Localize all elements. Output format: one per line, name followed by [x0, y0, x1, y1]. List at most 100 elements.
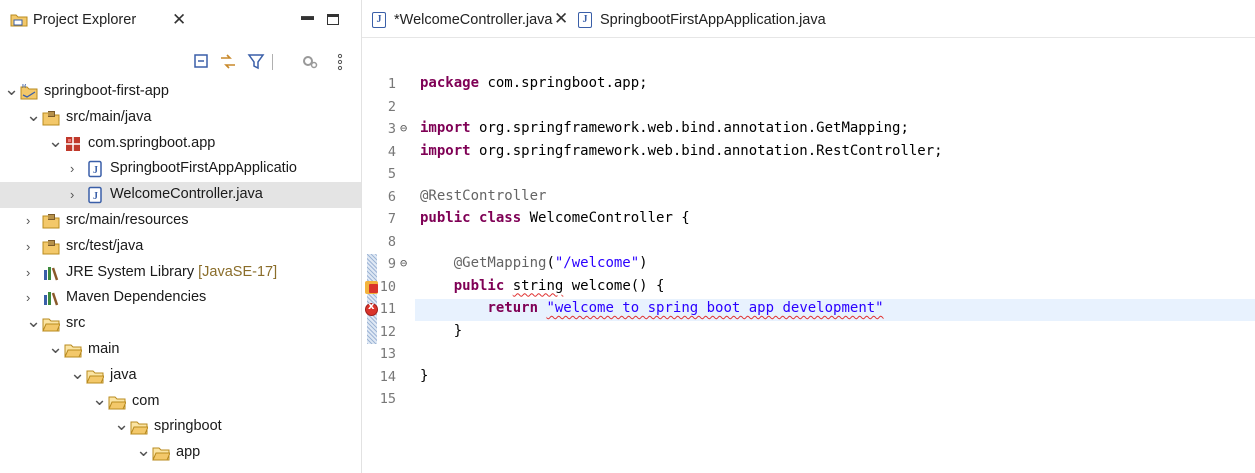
code-line: 12 }	[362, 322, 1255, 344]
code-text: @GetMapping("/welcome")	[453, 255, 648, 271]
tree-item[interactable]: ⌄ com	[0, 389, 361, 415]
tree-item[interactable]: › J SpringbootFirstAppApplicatio	[0, 156, 361, 182]
tree-item-label: springboot-first-app	[44, 83, 169, 99]
chevron-right-icon[interactable]: ›	[26, 213, 30, 228]
tree-item[interactable]: ⌄ main	[0, 337, 361, 363]
chevron-down-icon[interactable]: ⌄	[114, 414, 129, 435]
chevron-down-icon[interactable]: ⌄	[48, 131, 63, 152]
chevron-down-icon[interactable]: ⌄	[48, 337, 63, 358]
fold-toggle-icon[interactable]: ⊖	[400, 121, 407, 135]
code-line: 11 x return "welcome to spring boot app d…	[362, 299, 1255, 321]
project-explorer-icon	[10, 13, 28, 30]
line-number: 2	[387, 98, 396, 115]
code-line: 4 import org.springframework.web.bind.ann…	[362, 142, 1255, 164]
error-quickfix-icon[interactable]	[365, 280, 378, 294]
chevron-down-icon[interactable]: ⌄	[26, 105, 41, 126]
chevron-down-icon[interactable]: ⌄	[92, 389, 107, 410]
code-line: 3 ⊖ import org.springframework.web.bind.an…	[362, 119, 1255, 141]
tree-item-label: src/test/java	[66, 237, 144, 254]
source-folder-icon	[42, 238, 60, 256]
project-explorer-tab[interactable]: Project Explorer ✕ ▬	[0, 0, 361, 38]
project-explorer-panel: Project Explorer ✕ ▬ ⌄ Mspringboot-first-…	[0, 0, 362, 473]
code-line: 6 @RestController	[362, 187, 1255, 209]
tree-item-label: src/main/java	[66, 108, 152, 125]
tree-item[interactable]: ⌄ src	[0, 311, 361, 337]
code-line: 13	[362, 344, 1255, 366]
tree-item[interactable]: › JRE System Library [JavaSE-17]	[0, 260, 361, 286]
code-area[interactable]: 1 package com.springboot.app; 2 3 ⊖ import or…	[362, 67, 1255, 473]
chevron-down-icon[interactable]: ⌄	[70, 363, 85, 384]
close-icon[interactable]: ✕	[554, 9, 568, 29]
collapse-all-icon[interactable]	[192, 52, 212, 72]
chevron-right-icon[interactable]: ›	[70, 161, 74, 176]
tree-item-label: main	[88, 341, 120, 357]
tree-item-label: java	[110, 366, 137, 383]
line-number: 7	[387, 211, 396, 227]
tab-label: *WelcomeController.java	[394, 12, 553, 28]
filter-icon[interactable]	[246, 52, 266, 72]
view-menu-icon[interactable]	[330, 52, 350, 72]
tree-item[interactable]: › src/test/java	[0, 234, 361, 260]
code-text: package com.springboot.app;	[420, 75, 648, 91]
link-with-editor-icon[interactable]	[218, 52, 238, 72]
tree-item[interactable]: › Maven Dependencies	[0, 285, 361, 311]
line-number: 8	[387, 233, 396, 250]
folder-icon	[42, 315, 61, 333]
tab-springboot-first-app-application[interactable]: J SpringbootFirstAppApplication.java	[578, 0, 878, 38]
maximize-icon[interactable]	[327, 14, 339, 25]
minimize-icon[interactable]: ▬	[301, 8, 314, 23]
tree-item-label: Maven Dependencies	[66, 289, 207, 306]
code-text: import org.springframework.web.bind.anno…	[420, 142, 943, 159]
chevron-right-icon[interactable]: ›	[26, 290, 30, 305]
fold-toggle-icon[interactable]: ⊖	[400, 256, 407, 270]
close-icon[interactable]: ✕	[172, 10, 186, 30]
line-number: 5	[387, 166, 396, 182]
code-text: public string welcome() {	[453, 277, 665, 294]
chevron-right-icon[interactable]: ›	[26, 265, 30, 280]
gear-icon[interactable]	[300, 52, 320, 72]
tree-item[interactable]: ⌄ app	[0, 440, 361, 466]
tree-item-label: app	[176, 444, 201, 461]
code-line: 8	[362, 232, 1255, 254]
code-line: 15	[362, 389, 1255, 411]
code-line: 2	[362, 97, 1255, 119]
chevron-down-icon[interactable]: ⌄	[26, 311, 41, 332]
java-file-icon: J	[578, 12, 592, 28]
chevron-right-icon[interactable]: ›	[70, 187, 74, 202]
editor-tab-bar: J *WelcomeController.java ✕ J Springboot…	[362, 0, 1255, 38]
source-folder-icon	[42, 212, 60, 230]
tree-item[interactable]: ⌄ java	[0, 363, 361, 389]
chevron-down-icon[interactable]: ⌄	[4, 79, 19, 100]
svg-text:M: M	[22, 84, 26, 90]
package-icon	[64, 135, 82, 153]
folder-icon	[130, 418, 149, 436]
chevron-down-icon[interactable]: ⌄	[136, 440, 151, 461]
java-file-icon: J	[86, 186, 104, 204]
code-text: return "welcome to spring boot app devel…	[487, 300, 884, 316]
tree-item[interactable]: › src/main/resources	[0, 208, 361, 234]
tree-item[interactable]: ⌄ springboot	[0, 414, 361, 440]
folder-icon	[152, 444, 171, 462]
tree-item-label: src	[66, 315, 86, 332]
project-explorer-title: Project Explorer	[33, 12, 137, 28]
svg-text:J: J	[93, 165, 98, 176]
tree-item[interactable]: ⌄ com.springboot.app	[0, 131, 361, 157]
code-text: @RestController	[420, 187, 547, 204]
code-line: 10 public string welcome() {	[362, 277, 1255, 299]
tree-item[interactable]: ⌄ src/main/java	[0, 105, 361, 131]
line-number: 3	[387, 121, 396, 137]
java-file-icon: J	[86, 160, 104, 178]
tree-item[interactable]: ⌄ Mspringboot-first-app	[0, 79, 361, 105]
line-number: 4	[387, 143, 396, 160]
tree-item-label: WelcomeController.java	[110, 186, 263, 203]
code-text: }	[420, 367, 429, 384]
folder-icon	[64, 341, 83, 359]
tree-item[interactable]: › J WelcomeController.java	[0, 182, 361, 209]
library-icon	[42, 264, 60, 282]
error-icon[interactable]: x	[365, 301, 378, 316]
code-line: 9 ⊖ @GetMapping("/welcome")	[362, 254, 1255, 276]
code-editor: J *WelcomeController.java ✕ J Springboot…	[362, 0, 1255, 473]
chevron-right-icon[interactable]: ›	[26, 239, 30, 254]
code-line: 1 package com.springboot.app;	[362, 74, 1255, 96]
tree-item-label: JRE System Library [JavaSE-17]	[66, 263, 278, 280]
